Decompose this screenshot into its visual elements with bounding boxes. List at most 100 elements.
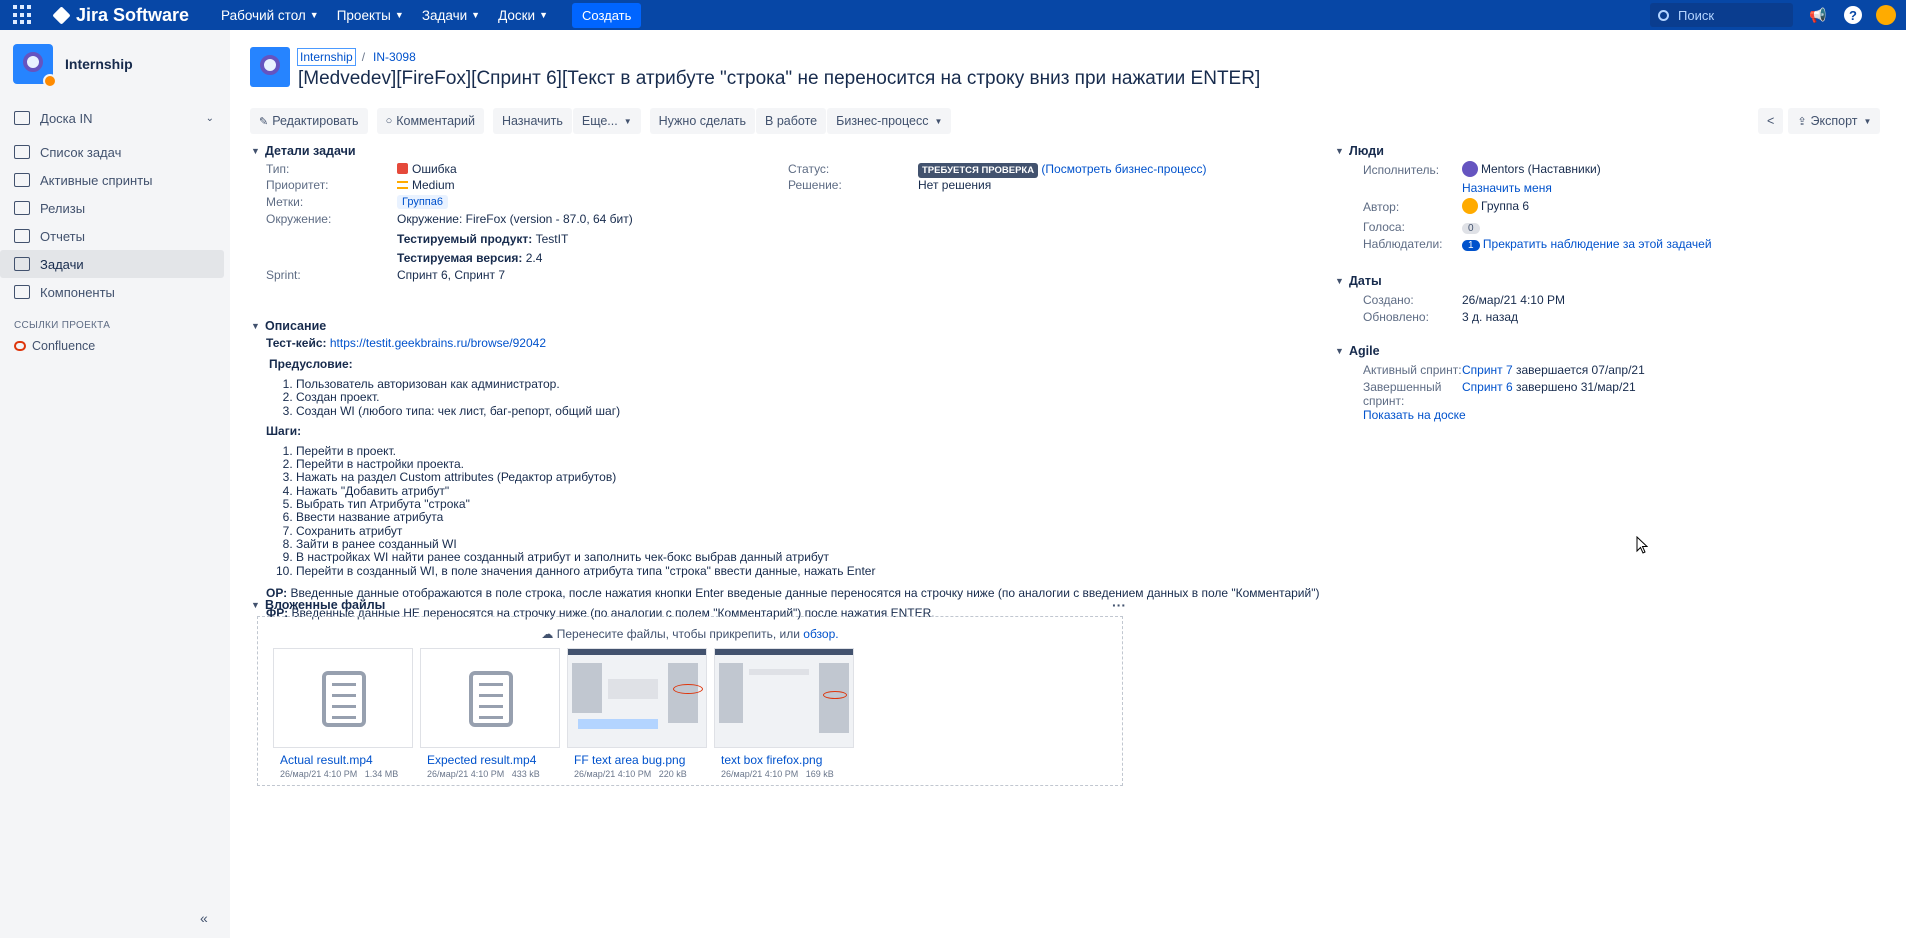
chevron-down-icon: ▼: [309, 10, 319, 20]
completed-sprint-label-line2: спринт:: [1363, 394, 1405, 408]
completed-sprint-link[interactable]: Спринт 6: [1462, 380, 1513, 394]
attachment-meta: 26/мар/21 4:10 PM 220 kB: [574, 769, 687, 779]
watchers-label: Наблюдатели:: [1363, 237, 1443, 251]
environment-value: Окружение: FireFox (version - 87.0, 64 б…: [397, 212, 633, 226]
description-body: Тест-кейс: https://testit.geekbrains.ru/…: [250, 335, 1320, 620]
attachment-thumbnail[interactable]: [273, 648, 413, 748]
active-sprint-link[interactable]: Спринт 7: [1462, 363, 1513, 377]
sprint-label: Sprint:: [266, 268, 301, 282]
sidebar-item-releases[interactable]: Релизы: [0, 194, 224, 222]
workflow-button[interactable]: Бизнес-процесс ▼: [827, 108, 952, 134]
more-button[interactable]: Еще... ▼: [572, 108, 641, 134]
sidebar-item-confluence[interactable]: Confluence: [0, 339, 230, 353]
chevron-down-icon: ▼: [1863, 116, 1872, 126]
votes-value[interactable]: 0: [1462, 220, 1480, 234]
breadcrumb: Internship / IN-3098: [297, 48, 416, 66]
sidebar-item-issues[interactable]: Задачи: [0, 250, 224, 278]
section-title: Описание: [265, 319, 327, 333]
details-section-header[interactable]: ▼ Детали задачи: [251, 142, 1320, 160]
project-avatar: [13, 44, 57, 88]
reporter-avatar: [1462, 198, 1478, 214]
agile-section-header[interactable]: ▼ Agile: [1335, 342, 1795, 360]
browse-link[interactable]: обзор.: [803, 627, 838, 641]
list-item: Перейти в проект.: [296, 444, 1320, 458]
issues-icon: [14, 257, 30, 271]
sidebar-item-active-sprints[interactable]: Активные спринты: [0, 166, 224, 194]
reporter-value[interactable]: Группа 6: [1462, 198, 1529, 214]
confluence-icon: [14, 341, 26, 351]
create-button[interactable]: Создать: [571, 2, 642, 28]
in-progress-transition-button[interactable]: В работе: [756, 108, 827, 134]
dates-section-header[interactable]: ▼ Даты: [1335, 272, 1795, 290]
attachment-name[interactable]: Actual result.mp4: [280, 753, 373, 767]
collapse-sidebar-icon[interactable]: «: [200, 910, 208, 926]
issue-title[interactable]: [Medvedev][FireFox][Спринт 6][Текст в ат…: [298, 68, 1260, 90]
project-header[interactable]: Internship: [13, 44, 230, 88]
menu-dashboard[interactable]: Рабочий стол ▼: [221, 8, 319, 23]
project-name: Internship: [65, 56, 133, 72]
version-value: 2.4: [525, 251, 543, 265]
more-options-icon[interactable]: ···: [1112, 597, 1126, 613]
view-workflow-link[interactable]: (Посмотреть бизнес-процесс): [1041, 162, 1206, 176]
menu-projects[interactable]: Проекты ▼: [337, 8, 404, 23]
stop-watching-link[interactable]: Прекратить наблюдение за этой задачей: [1483, 237, 1712, 251]
test-case-link[interactable]: https://testit.geekbrains.ru/browse/9204…: [330, 336, 546, 350]
chevron-down-icon: ▼: [539, 10, 548, 20]
view-on-board-link[interactable]: Показать на доске: [1363, 408, 1466, 422]
bug-icon: [397, 163, 408, 174]
assign-button[interactable]: Назначить: [492, 108, 572, 134]
sidebar-item-components[interactable]: Компоненты: [0, 278, 224, 306]
menu-label: Рабочий стол: [221, 7, 306, 23]
attachment-thumbnail[interactable]: [567, 648, 707, 748]
chevron-down-icon: ▼: [1335, 346, 1344, 356]
attachment-thumbnail[interactable]: [420, 648, 560, 748]
watchers-count-badge[interactable]: 1: [1462, 240, 1480, 251]
sidebar-item-label: Задачи: [40, 256, 84, 272]
attachment-dropzone[interactable]: ☁ Перенесите файлы, чтобы прикрепить, ил…: [257, 616, 1123, 786]
comment-button[interactable]: ○ Комментарий: [376, 108, 484, 134]
share-button[interactable]: <: [1758, 108, 1784, 134]
attachment-name[interactable]: Expected result.mp4: [427, 753, 536, 767]
label-tag[interactable]: Группа6: [397, 195, 448, 209]
button-label: Еще...: [581, 114, 618, 128]
people-section-header[interactable]: ▼ Люди: [1335, 142, 1795, 160]
dropzone-text: ☁ Перенесите файлы, чтобы прикрепить, ил…: [258, 627, 1122, 641]
active-sprint-value: Спринт 7 завершается 07/апр/21: [1462, 363, 1645, 377]
assignee-value[interactable]: Mentors (Наставники): [1462, 161, 1601, 177]
labels-label: Метки:: [266, 195, 304, 209]
todo-transition-button[interactable]: Нужно сделать: [649, 108, 756, 134]
sidebar-item-label: Confluence: [32, 339, 96, 353]
help-icon[interactable]: ?: [1844, 6, 1862, 24]
attachment-name[interactable]: text box firefox.png: [721, 753, 822, 767]
chevron-down-icon: ▼: [623, 116, 632, 126]
attachment-date: 26/мар/21 4:10 PM: [721, 769, 799, 779]
attachments-section-header[interactable]: ▼ Вложенные файлы ···: [251, 596, 1320, 614]
attachment-thumbnail[interactable]: [714, 648, 854, 748]
breadcrumb-issue-key[interactable]: IN-3098: [373, 50, 416, 64]
environment-label: Окружение:: [266, 212, 332, 226]
assign-to-me-link[interactable]: Назначить меня: [1462, 181, 1552, 195]
search-input[interactable]: Поиск: [1650, 3, 1793, 27]
menu-boards[interactable]: Доски ▼: [498, 8, 548, 23]
created-value: 26/мар/21 4:10 PM: [1462, 293, 1565, 307]
sidebar-item-backlog[interactable]: Список задач: [0, 138, 224, 166]
votes-label: Голоса:: [1363, 220, 1405, 234]
breadcrumb-separator: /: [361, 50, 366, 64]
upload-cloud-icon: ☁: [541, 627, 554, 641]
chevron-down-icon[interactable]: ⌄: [206, 113, 214, 124]
jira-logo[interactable]: Jira Software: [52, 5, 189, 26]
sidebar-item-board[interactable]: Доска IN ⌄: [0, 104, 224, 132]
breadcrumb-project[interactable]: Internship: [297, 48, 356, 66]
export-button[interactable]: ⇪ Экспорт ▼: [1788, 108, 1881, 134]
menu-issues[interactable]: Задачи ▼: [422, 8, 480, 23]
app-switcher-icon[interactable]: [13, 5, 33, 25]
votes-count-badge: 0: [1462, 223, 1480, 234]
completed-sprint-label: Завершенный спринт:: [1363, 380, 1441, 408]
edit-button[interactable]: ✎ Редактировать: [250, 108, 368, 134]
notifications-megaphone-icon[interactable]: 📢: [1808, 5, 1828, 25]
sidebar-item-label: Активные спринты: [40, 172, 153, 188]
sidebar-item-reports[interactable]: Отчеты: [0, 222, 224, 250]
user-avatar[interactable]: [1876, 5, 1896, 25]
attachment-name[interactable]: FF text area bug.png: [574, 753, 685, 767]
release-icon: [14, 201, 30, 215]
